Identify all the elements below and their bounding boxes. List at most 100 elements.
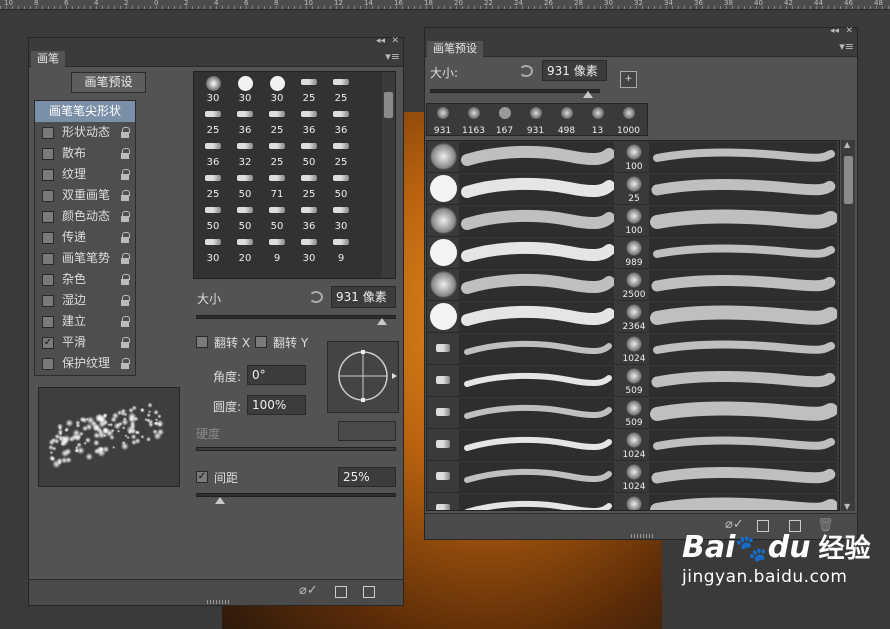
brush-option-4[interactable]: 双重画笔 [35,185,135,206]
brush-tip-cell[interactable]: 50 [229,169,261,201]
toggle-visibility-icon[interactable]: ⌀✓ [299,583,318,598]
option-checkbox[interactable] [42,190,54,202]
brush-tip-cell[interactable]: 30 [261,73,293,105]
flip-y-checkbox[interactable] [255,336,267,348]
brush-tip-cell[interactable]: 71 [261,169,293,201]
brush-tip-cell[interactable]: 20 [229,233,261,265]
preset-size-input[interactable]: 931 像素 [542,60,607,81]
presets-list-scrollbar[interactable]: ▲ ▼ [841,140,855,511]
brush-option-0[interactable]: 画笔笔尖形状 [35,101,135,122]
recent-tip[interactable]: 931 [520,104,551,137]
brush-option-7[interactable]: 画笔笔势 [35,248,135,269]
brush-tip-cell[interactable]: 9 [261,233,293,265]
preset-row[interactable]: 100 [427,141,839,173]
brush-tip-cell[interactable]: 30 [293,233,325,265]
brush-tip-cell[interactable]: 25 [197,169,229,201]
brush-tip-cell[interactable]: 36 [293,105,325,137]
new-preset-from-brush-icon[interactable]: + [620,71,637,88]
angle-input[interactable]: 0° [247,365,306,385]
preset-size-slider-knob[interactable] [583,91,594,98]
brush-tip-cell[interactable]: 25 [325,73,357,105]
scroll-down-icon[interactable]: ▼ [844,502,850,511]
option-checkbox[interactable] [42,295,54,307]
spacing-input[interactable]: 25% [338,467,396,487]
brush-option-9[interactable]: 湿边 [35,290,135,311]
lock-icon[interactable] [120,190,130,201]
brush-tip-cell[interactable]: 36 [229,105,261,137]
brush-option-2[interactable]: 散布 [35,143,135,164]
brush-tip-cell[interactable]: 50 [229,201,261,233]
reset-preset-size-icon[interactable] [519,65,533,77]
brush-tip-cell[interactable]: 50 [293,137,325,169]
brush-option-8[interactable]: 杂色 [35,269,135,290]
option-checkbox[interactable] [42,253,54,265]
option-checkbox[interactable] [42,232,54,244]
lock-icon[interactable] [120,316,130,327]
preset-row[interactable] [427,493,839,510]
option-checkbox[interactable] [42,127,54,139]
collapse-icon[interactable]: ◂◂ [830,26,839,36]
preset-row[interactable]: 989 [427,237,839,269]
grid-icon[interactable] [335,586,347,598]
lock-icon[interactable] [120,337,130,348]
spacing-checkbox[interactable]: ✓ [196,471,208,483]
lock-icon[interactable] [120,253,130,264]
brush-tip-cell[interactable]: 9 [325,233,357,265]
lock-icon[interactable] [120,127,130,138]
preset-row[interactable]: 25 [427,173,839,205]
brush-tip-cell[interactable]: 30 [229,73,261,105]
brush-option-6[interactable]: 传递 [35,227,135,248]
new-preset-icon[interactable] [363,586,375,598]
resize-grip[interactable] [631,534,653,538]
size-slider-knob[interactable] [377,318,387,325]
brush-tip-cell[interactable]: 30 [197,73,229,105]
preset-row[interactable]: 509 [427,365,839,397]
roundness-input[interactable]: 100% [247,395,306,415]
scrollbar-thumb[interactable] [844,156,853,204]
option-checkbox[interactable] [42,274,54,286]
preset-size-slider[interactable] [430,89,600,93]
lock-icon[interactable] [120,148,130,159]
brush-option-11[interactable]: ✓ 平滑 [35,332,135,353]
lock-icon[interactable] [120,169,130,180]
brush-presets-button[interactable]: 画笔预设 [71,72,146,93]
recent-tip[interactable]: 13 [582,104,613,137]
panel-titlebar[interactable]: ◂◂ ✕ [29,36,403,49]
lock-icon[interactable] [120,211,130,222]
recent-tip[interactable]: 1163 [458,104,489,137]
option-checkbox[interactable] [42,316,54,328]
recent-tip[interactable]: 167 [489,104,520,137]
preset-row[interactable]: 1024 [427,333,839,365]
angle-roundness-dial[interactable] [327,341,399,413]
preset-row[interactable]: 2364 [427,301,839,333]
option-checkbox[interactable] [42,211,54,223]
spacing-slider-knob[interactable] [215,497,225,504]
size-slider[interactable] [196,315,396,319]
brush-option-5[interactable]: 颜色动态 [35,206,135,227]
close-icon[interactable]: ✕ [391,36,399,46]
brush-tip-cell[interactable]: 25 [197,105,229,137]
lock-icon[interactable] [120,232,130,243]
preset-row[interactable]: 100 [427,205,839,237]
scrollbar-thumb[interactable] [384,92,393,118]
brush-option-3[interactable]: 纹理 [35,164,135,185]
brush-tip-cell[interactable]: 36 [197,137,229,169]
brush-tip-cell[interactable]: 50 [325,169,357,201]
lock-icon[interactable] [120,295,130,306]
scroll-up-icon[interactable]: ▲ [844,140,850,149]
option-checkbox[interactable] [42,358,54,370]
brush-tip-cell[interactable]: 30 [197,233,229,265]
presets-titlebar[interactable]: ◂◂ ✕ [425,26,857,39]
brush-tip-cell[interactable]: 25 [261,137,293,169]
preset-row[interactable]: 2500 [427,269,839,301]
tab-brush-presets[interactable]: 画笔预设 [427,41,483,57]
brush-option-12[interactable]: 保护纹理 [35,353,135,374]
reset-size-icon[interactable] [309,291,323,303]
size-input[interactable]: 931 像素 [331,286,396,308]
tab-brush[interactable]: 画笔 [31,51,65,67]
option-checkbox[interactable] [42,169,54,181]
lock-icon[interactable] [120,274,130,285]
preset-row[interactable]: 509 [427,397,839,429]
panel-menu-icon[interactable]: ▾≡ [839,40,854,53]
flip-x-checkbox[interactable] [196,336,208,348]
